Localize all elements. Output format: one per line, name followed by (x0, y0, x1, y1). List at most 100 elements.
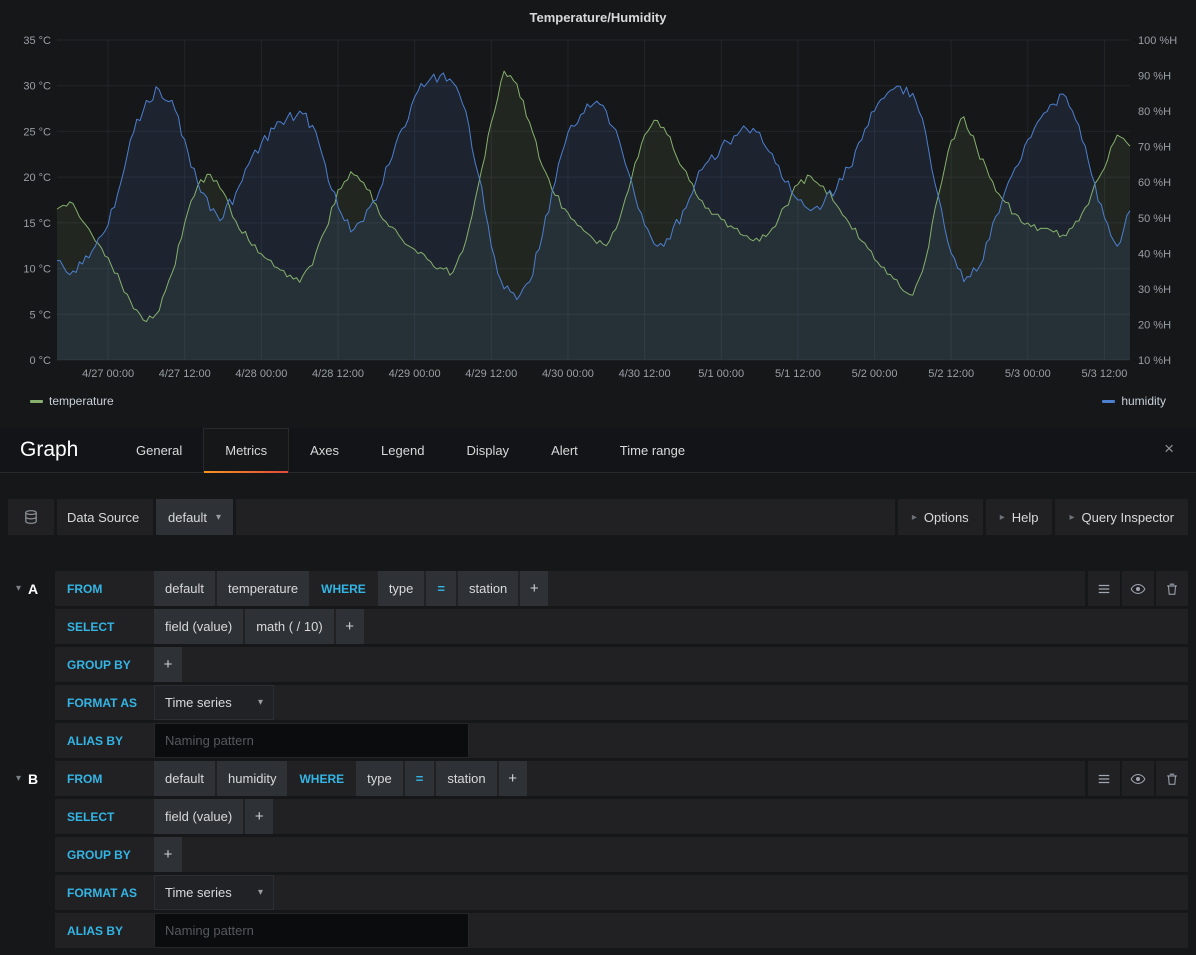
caret-down-icon: ▾ (216, 512, 221, 523)
format-as-select[interactable]: Time series ▾ (154, 685, 274, 720)
format-as-label: FORMAT AS (55, 696, 152, 710)
alias-input[interactable] (154, 913, 469, 948)
axis-tick-label: 5/3 12:00 (1082, 368, 1128, 380)
query-menu-button[interactable] (1088, 761, 1120, 796)
group-by-label: GROUP BY (55, 658, 152, 672)
where-operator-part[interactable]: = (426, 571, 456, 606)
legend-label: temperature (49, 394, 114, 408)
axis-tick-label: 60 %H (1138, 177, 1171, 189)
axis-tick-label: 10 %H (1138, 355, 1171, 367)
tab-metrics[interactable]: Metrics (203, 428, 289, 472)
collapse-icon[interactable]: ▾ (16, 583, 21, 594)
query-delete-button[interactable] (1156, 761, 1188, 796)
axis-tick-label: 5 °C (29, 309, 51, 321)
axis-tick-label: 4/27 00:00 (82, 368, 134, 380)
datasource-row: Data Source default ▾ ▸ Options ▸ Help ▸… (8, 499, 1188, 535)
where-value-part[interactable]: station (436, 761, 496, 796)
select-label: SELECT (55, 620, 152, 634)
alias-input[interactable] (154, 723, 469, 758)
query-a: ▾ A FROM default temperature WHERE type … (8, 571, 1188, 758)
database-icon (23, 509, 39, 525)
panel-title[interactable]: Temperature/Humidity (0, 10, 1196, 25)
format-as-select[interactable]: Time series ▾ (154, 875, 274, 910)
select-field-part[interactable]: field (value) (154, 799, 243, 834)
query-toggle-visibility-button[interactable] (1122, 571, 1154, 606)
graph-panel: Temperature/Humidity 0 °C 5 °C 10 °C 15 °C 2… (0, 0, 1196, 412)
axis-tick-label: 5/2 12:00 (928, 368, 974, 380)
plus-icon[interactable]: + (154, 647, 182, 682)
plus-icon[interactable]: + (154, 837, 182, 872)
select-field-part[interactable]: field (value) (154, 609, 243, 644)
tab-alert[interactable]: Alert (530, 428, 599, 472)
caret-right-icon: ▸ (1069, 512, 1074, 523)
format-as-row: FORMAT AS Time series ▾ (55, 685, 1188, 720)
series-color-icon (30, 400, 43, 403)
axis-tick-label: 4/28 12:00 (312, 368, 364, 380)
measurement-part[interactable]: humidity (217, 761, 287, 796)
datasource-icon-cell (8, 499, 54, 535)
select-math-part[interactable]: math ( / 10) (245, 609, 333, 644)
query-menu-button[interactable] (1088, 571, 1120, 606)
query-toggle-visibility-button[interactable] (1122, 761, 1154, 796)
axis-tick-label: 4/27 12:00 (159, 368, 211, 380)
axis-tick-label: 0 °C (29, 355, 51, 367)
menu-icon (1097, 582, 1111, 596)
axis-tick-label: 4/29 12:00 (465, 368, 517, 380)
axis-tick-label: 10 °C (23, 264, 51, 276)
tab-general[interactable]: General (115, 428, 203, 472)
from-row: FROM default temperature WHERE type = st… (55, 571, 1085, 606)
query-inspector-button[interactable]: ▸ Query Inspector (1055, 499, 1188, 535)
group-by-row: GROUP BY + (55, 647, 1188, 682)
tab-legend[interactable]: Legend (360, 428, 445, 472)
axis-tick-label: 90 %H (1138, 71, 1171, 83)
legend-item-temperature[interactable]: temperature (30, 394, 114, 408)
graph-legend: temperature humidity (0, 394, 1196, 408)
axis-tick-label: 5/1 00:00 (698, 368, 744, 380)
from-row: FROM default humidity WHERE type = stati… (55, 761, 1085, 796)
where-key-part[interactable]: type (356, 761, 403, 796)
caret-down-icon: ▾ (258, 697, 263, 708)
eye-icon (1130, 771, 1146, 787)
tab-time-range[interactable]: Time range (599, 428, 706, 472)
query-ref-letter: A (28, 581, 38, 597)
tab-display[interactable]: Display (445, 428, 530, 472)
timeseries-chart[interactable]: 0 °C5 °C10 °C15 °C20 °C25 °C30 °C35 °C10… (0, 0, 1196, 400)
where-value-part[interactable]: station (458, 571, 518, 606)
axis-tick-label: 50 %H (1138, 213, 1171, 225)
policy-part[interactable]: default (154, 571, 215, 606)
plus-icon[interactable]: + (499, 761, 527, 796)
caret-down-icon: ▾ (258, 887, 263, 898)
alias-by-label: ALIAS BY (55, 734, 152, 748)
eye-icon (1130, 581, 1146, 597)
close-icon[interactable]: × (1164, 440, 1174, 457)
axis-tick-label: 4/29 00:00 (389, 368, 441, 380)
policy-part[interactable]: default (154, 761, 215, 796)
where-key-part[interactable]: type (378, 571, 425, 606)
panel-type-title: Graph (20, 438, 115, 462)
query-list: ▾ A FROM default temperature WHERE type … (8, 571, 1188, 948)
options-button[interactable]: ▸ Options (898, 499, 983, 535)
tab-axes[interactable]: Axes (289, 428, 360, 472)
collapse-icon[interactable]: ▾ (16, 773, 21, 784)
help-button[interactable]: ▸ Help (986, 499, 1053, 535)
axis-tick-label: 15 °C (23, 218, 51, 230)
alias-by-row: ALIAS BY (55, 913, 1188, 948)
select-row: SELECT field (value) + (55, 799, 1188, 834)
where-operator-part[interactable]: = (405, 761, 435, 796)
plus-icon[interactable]: + (520, 571, 548, 606)
query-ref-letter: B (28, 771, 38, 787)
caret-right-icon: ▸ (1000, 512, 1005, 523)
axis-tick-label: 70 %H (1138, 142, 1171, 154)
measurement-part[interactable]: temperature (217, 571, 309, 606)
plus-icon[interactable]: + (336, 609, 364, 644)
legend-item-humidity[interactable]: humidity (1102, 394, 1166, 408)
plus-icon[interactable]: + (245, 799, 273, 834)
query-delete-button[interactable] (1156, 571, 1188, 606)
axis-tick-label: 20 %H (1138, 319, 1171, 331)
datasource-select[interactable]: default ▾ (156, 499, 233, 535)
panel-editor-tabbar: Graph General Metrics Axes Legend Displa… (0, 428, 1196, 473)
axis-tick-label: 100 %H (1138, 35, 1177, 47)
group-by-row: GROUP BY + (55, 837, 1188, 872)
datasource-row-filler (236, 499, 895, 535)
series-color-icon (1102, 400, 1115, 403)
